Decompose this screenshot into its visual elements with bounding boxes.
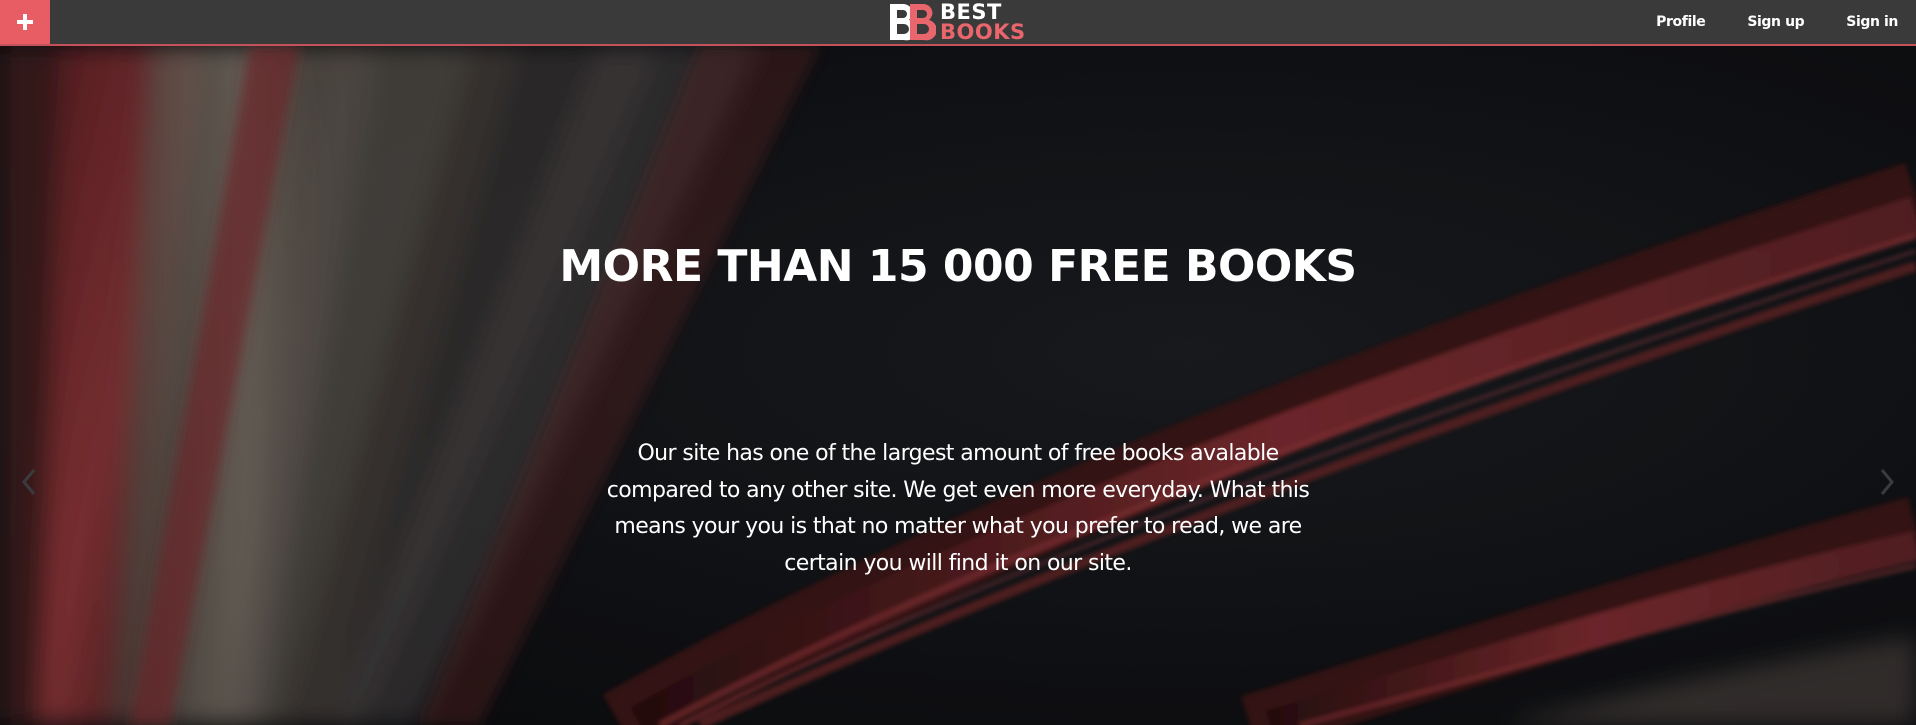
hero-carousel: MORE THAN 15 000 FREE BOOKS Our site has… xyxy=(0,46,1916,725)
hero-title: MORE THAN 15 000 FREE BOOKS xyxy=(559,241,1357,292)
carousel-prev-button[interactable] xyxy=(14,462,44,502)
nav-link-profile[interactable]: Profile xyxy=(1656,14,1706,30)
site-logo[interactable]: BEST BOOKS xyxy=(886,0,1026,44)
carousel-next-button[interactable] xyxy=(1872,462,1902,502)
chevron-right-icon xyxy=(1880,469,1894,495)
logo-wordmark: BEST BOOKS xyxy=(940,0,1026,44)
logo-text-best: BEST xyxy=(940,0,1002,24)
top-nav-bar: BEST BOOKS Profile Sign up Sign in xyxy=(0,0,1916,46)
header-nav: Profile Sign up Sign in xyxy=(1656,0,1898,44)
hero-description: Our site has one of the largest amount o… xyxy=(606,441,1310,576)
hero-content: MORE THAN 15 000 FREE BOOKS Our site has… xyxy=(0,46,1916,725)
plus-icon xyxy=(17,14,33,30)
nav-link-sign-up[interactable]: Sign up xyxy=(1747,14,1804,30)
chevron-left-icon xyxy=(22,469,36,495)
logo-text-books: BOOKS xyxy=(940,20,1026,44)
logo-mark-icon xyxy=(890,4,936,41)
add-button[interactable] xyxy=(0,0,50,44)
nav-link-sign-in[interactable]: Sign in xyxy=(1846,14,1898,30)
